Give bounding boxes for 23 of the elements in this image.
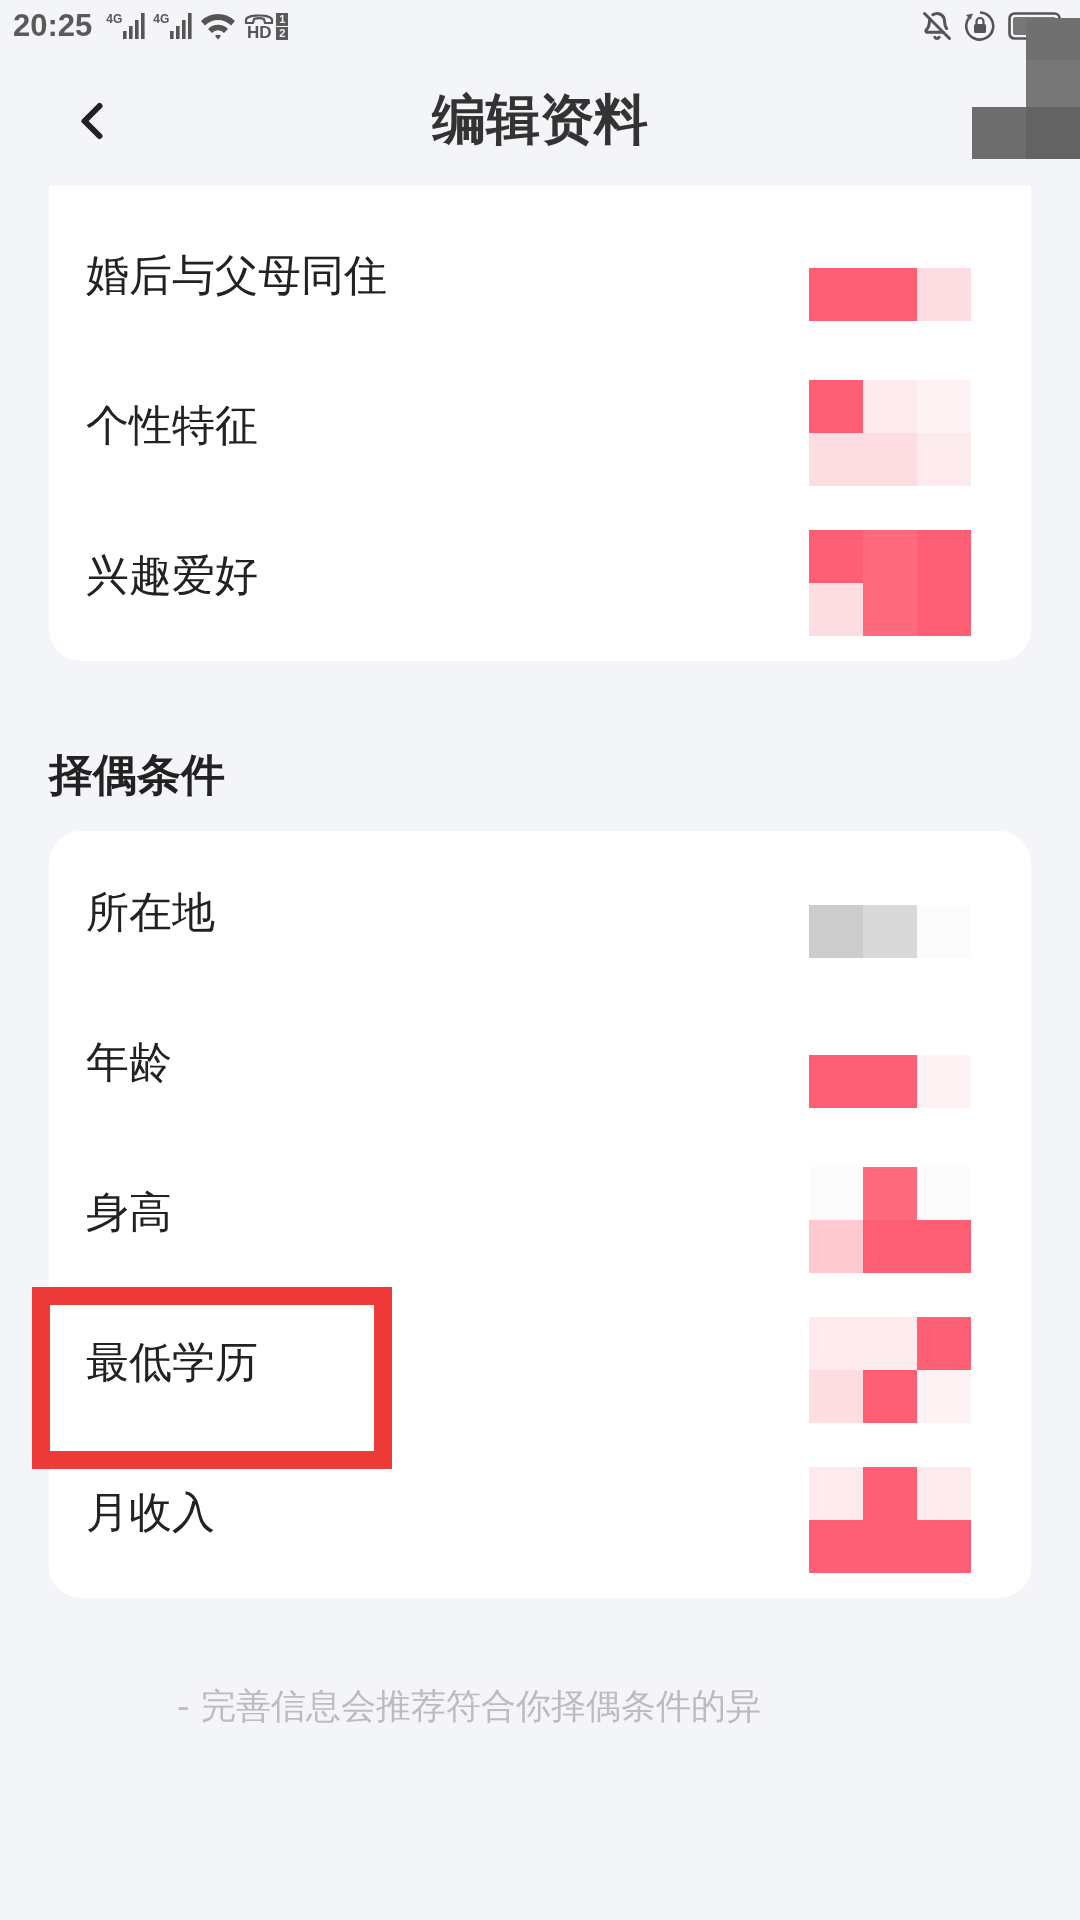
field-label: 月收入 — [86, 1486, 215, 1539]
field-label: 个性特征 — [86, 399, 258, 452]
sim-slot-label: 2 — [276, 26, 289, 40]
hd-label: HD — [247, 25, 272, 41]
wifi-icon — [200, 12, 237, 40]
field-label: 身高 — [86, 1186, 172, 1239]
phone-icon — [244, 11, 275, 24]
field-label: 最低学历 — [86, 1336, 258, 1389]
notifications-off-icon — [922, 11, 952, 41]
footer-note: - 完善信息会推荐符合你择偶条件的异 — [176, 1685, 762, 1728]
sim-slot-label: 1 — [276, 12, 289, 26]
field-label: 年龄 — [86, 1036, 172, 1089]
network-type-label: 4G — [153, 13, 170, 25]
field-label: 所在地 — [86, 886, 215, 939]
status-time: 20:25 — [13, 8, 93, 44]
page-title: 编辑资料 — [430, 87, 649, 153]
network-type-label: 4G — [106, 13, 123, 25]
signal-icon — [123, 13, 146, 39]
field-label: 婚后与父母同住 — [86, 249, 387, 302]
field-label: 兴趣爱好 — [86, 549, 258, 602]
rotation-lock-icon — [964, 10, 996, 42]
section-title: 择偶条件 — [49, 748, 226, 802]
signal-icon — [170, 13, 193, 39]
